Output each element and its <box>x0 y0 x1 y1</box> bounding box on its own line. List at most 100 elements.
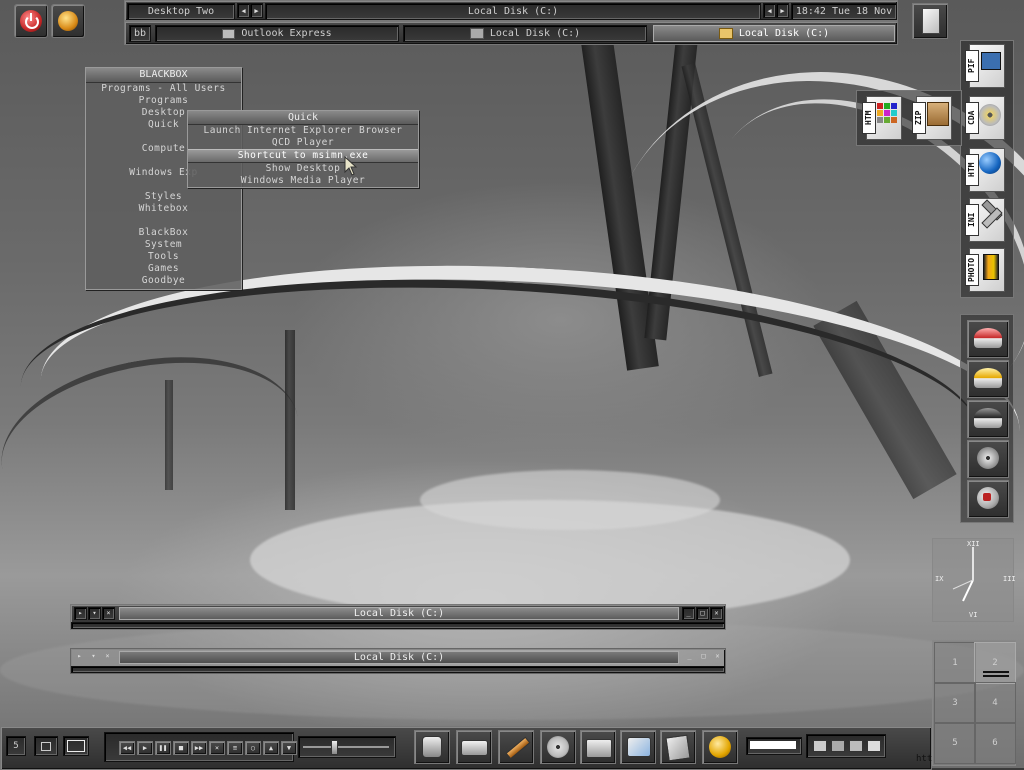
root-menu-item[interactable]: Goodbye <box>86 275 241 287</box>
play-button[interactable]: ▶ <box>137 741 153 755</box>
document-button[interactable] <box>912 3 948 39</box>
window-sticky-button[interactable]: ⨯ <box>102 651 113 662</box>
task-local-disk-1[interactable]: Local Disk (C:) <box>403 25 647 42</box>
media-controls: ◀◀ ▶ ❚❚ ■ ▶▶ ⨯ ≡ ○ ▲ ▼ <box>104 732 297 762</box>
window-menu-button[interactable]: ▸ <box>74 651 85 662</box>
quick-menu-item[interactable]: Windows Media Player <box>188 175 418 187</box>
hard-drive-icon <box>461 740 488 756</box>
workspace-label[interactable]: Desktop Two <box>127 3 235 20</box>
zip-file-icon[interactable]: ZIP <box>910 94 956 140</box>
window-local-disk-2: ▸ ▾ ⨯ Local Disk (C:) _ □ ✕ <box>70 648 726 674</box>
monitor-icon <box>627 737 651 757</box>
quick-submenu: Quick Launch Internet Explorer Browser QC… <box>187 110 419 188</box>
page-number-button[interactable]: 5 <box>6 736 26 756</box>
maximize-button[interactable]: □ <box>696 607 709 620</box>
window-handle[interactable] <box>71 622 725 629</box>
drive-dock-button[interactable] <box>456 730 492 764</box>
playlist-button[interactable]: ≡ <box>227 741 243 755</box>
pif-file-icon[interactable]: PIF <box>963 42 1009 88</box>
root-menu-item[interactable]: Programs - All Users <box>86 83 241 95</box>
drive-black-button[interactable] <box>967 400 1009 438</box>
pager-desk-6[interactable]: 6 <box>974 722 1016 764</box>
window-mode-button[interactable] <box>34 736 58 756</box>
clock-label[interactable]: 18:42 Tue 18 Nov <box>791 3 897 20</box>
next-window-button[interactable]: ▶ <box>776 3 789 18</box>
seek-slider-handle[interactable] <box>331 740 338 755</box>
maximize-button[interactable]: □ <box>698 651 709 662</box>
minimize-button[interactable]: _ <box>684 651 695 662</box>
htm-file-icon-globe[interactable]: HTM <box>963 146 1009 192</box>
power-icon <box>709 736 731 758</box>
pager-desk-5[interactable]: 5 <box>934 722 976 764</box>
power-icon <box>20 10 42 32</box>
repeat-button[interactable]: ○ <box>245 741 261 755</box>
task-local-disk-active[interactable]: Local Disk (C:) <box>653 25 895 42</box>
task-outlook-express[interactable]: Outlook Express <box>155 25 399 42</box>
window-menu-button[interactable]: ▸ <box>74 607 87 620</box>
pager-desk-3[interactable]: 3 <box>934 682 976 724</box>
root-menu-item[interactable]: Tools <box>86 251 241 263</box>
window-title[interactable]: Local Disk (C:) <box>119 651 679 664</box>
window-title[interactable]: Local Disk (C:) <box>119 607 679 620</box>
htm-file-icon-grid[interactable]: HTM <box>860 94 906 140</box>
cursor-tray-icon[interactable] <box>831 740 845 752</box>
shutdown-dock-button[interactable] <box>702 730 738 764</box>
documents-icon <box>665 734 691 762</box>
tools-button[interactable] <box>51 4 85 38</box>
quick-menu-item[interactable]: QCD Player <box>188 137 418 149</box>
root-menu-item[interactable]: Whitebox <box>86 203 241 215</box>
photo-file-icon[interactable]: PHOTO <box>963 246 1009 292</box>
close-button[interactable]: ✕ <box>710 607 723 620</box>
shuffle-button[interactable]: ⨯ <box>209 741 225 755</box>
run-input[interactable] <box>746 737 802 755</box>
root-menu-item[interactable]: System <box>86 239 241 251</box>
pager-desk-4[interactable]: 4 <box>974 682 1016 724</box>
drive-red-button[interactable] <box>967 320 1009 358</box>
tools-dock-button[interactable] <box>498 730 534 764</box>
quick-menu-item[interactable]: Show Desktop <box>188 163 418 175</box>
volume-down-button[interactable]: ▼ <box>281 741 297 755</box>
network-tray-icon[interactable] <box>813 740 827 752</box>
forward-button[interactable]: ▶▶ <box>191 741 207 755</box>
window-shade-button[interactable]: ▾ <box>88 607 101 620</box>
pause-button[interactable]: ❚❚ <box>155 741 171 755</box>
prev-window-button[interactable]: ◀ <box>763 3 776 18</box>
printer-tray-icon[interactable] <box>849 740 863 752</box>
volume-up-button[interactable]: ▲ <box>263 741 279 755</box>
next-workspace-button[interactable]: ▶ <box>250 3 263 18</box>
phone-dock-button[interactable] <box>414 730 450 764</box>
quick-menu-item[interactable]: Shortcut to msimn.exe <box>188 149 418 163</box>
documents-dock-button[interactable] <box>660 730 696 764</box>
quick-menu-item[interactable]: Launch Internet Explorer Browser <box>188 125 418 137</box>
seek-slider[interactable] <box>298 736 396 758</box>
root-menu-item[interactable]: Styles <box>86 191 241 203</box>
rewind-button[interactable]: ◀◀ <box>119 741 135 755</box>
pager-desk-2[interactable]: 2 <box>974 642 1016 684</box>
prev-workspace-button[interactable]: ◀ <box>237 3 250 18</box>
pager-desk-1[interactable]: 1 <box>934 642 976 684</box>
network-drive-button[interactable] <box>967 480 1009 518</box>
cd-drive-button[interactable] <box>967 440 1009 478</box>
window-sticky-button[interactable]: ⨯ <box>102 607 115 620</box>
monitor-dock-button[interactable] <box>620 730 656 764</box>
ini-file-icon[interactable]: INI <box>963 196 1009 242</box>
window-handle[interactable] <box>71 666 725 673</box>
film-dock-button[interactable] <box>540 730 576 764</box>
close-button[interactable]: ✕ <box>712 651 723 662</box>
minimize-button[interactable]: _ <box>682 607 695 620</box>
drive-tray-icon[interactable] <box>867 740 881 752</box>
root-menu-item[interactable]: BlackBox <box>86 227 241 239</box>
phone-icon <box>422 736 442 758</box>
root-menu-item[interactable]: Programs <box>86 95 241 107</box>
window-label[interactable]: Local Disk (C:) <box>265 3 761 20</box>
window-shade-button[interactable]: ▾ <box>88 651 99 662</box>
cda-file-icon[interactable]: CDA <box>963 94 1009 140</box>
stop-button[interactable]: ■ <box>173 741 189 755</box>
power-button[interactable] <box>14 4 48 38</box>
desktop-mode-button[interactable] <box>63 736 89 756</box>
root-menu-separator <box>86 215 241 227</box>
bb-button[interactable]: bb <box>129 25 151 42</box>
root-menu-item[interactable]: Games <box>86 263 241 275</box>
drive-yellow-button[interactable] <box>967 360 1009 398</box>
folder-dock-button[interactable] <box>580 730 616 764</box>
